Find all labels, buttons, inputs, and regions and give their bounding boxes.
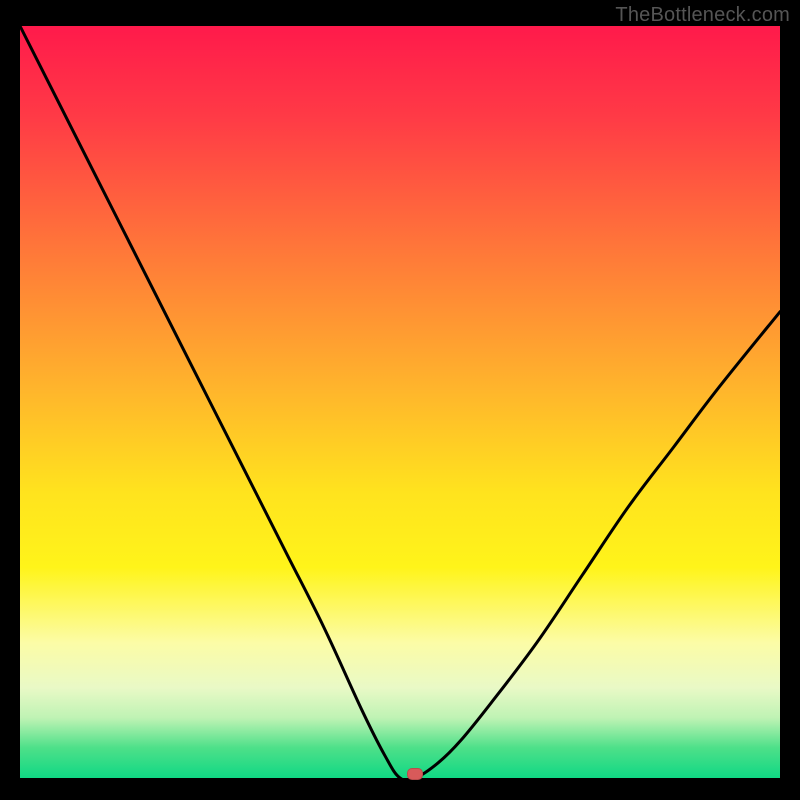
chart-plot-area <box>20 26 780 778</box>
bottleneck-curve <box>20 26 780 778</box>
optimum-marker <box>407 768 423 780</box>
watermark-text: TheBottleneck.com <box>615 4 790 27</box>
